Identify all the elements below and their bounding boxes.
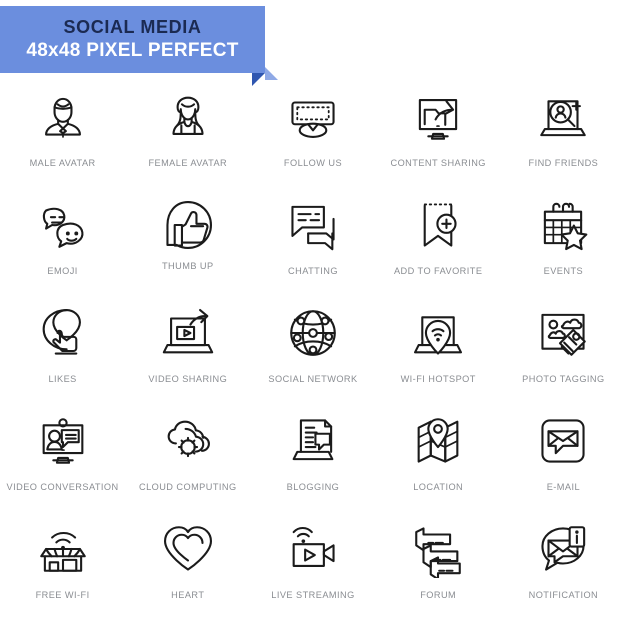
icon-cell-social-network[interactable]: SOCIAL NETWORK [250,302,375,410]
icon-cell-male-avatar[interactable]: MALE AVATAR [0,86,125,194]
icon-label: FORUM [420,590,457,600]
icon-cell-events[interactable]: EVENTS [501,194,626,302]
icon-cell-notification[interactable]: NOTIFICATION [501,518,626,626]
icon-cell-video-conversation[interactable]: VIDEO CONVERSATION [0,410,125,518]
icon-label: NOTIFICATION [528,590,599,600]
icon-cell-live-streaming[interactable]: LIVE STREAMING [250,518,375,626]
icon-label: E-MAIL [546,482,581,492]
icon-cell-follow-us[interactable]: FOLLOW US [250,86,375,194]
video-sharing-icon[interactable] [157,302,219,364]
icon-label: VIDEO SHARING [148,374,228,384]
icon-cell-chatting[interactable]: CHATTING [250,194,375,302]
forum-icon[interactable] [407,518,469,580]
icon-cell-video-sharing[interactable]: VIDEO SHARING [125,302,250,410]
social-network-icon[interactable] [282,302,344,364]
icon-set-page: SOCIAL MEDIA 48x48 PIXEL PERFECT MALE AV… [0,0,626,626]
icon-label: FREE WI-FI [35,590,90,600]
icon-cell-likes[interactable]: LIKES [0,302,125,410]
icon-label: CHATTING [288,266,338,276]
wifi-hotspot-icon[interactable] [407,302,469,364]
header-banner: SOCIAL MEDIA 48x48 PIXEL PERFECT [0,6,265,86]
events-icon[interactable] [532,194,594,256]
icon-cell-add-to-favorite[interactable]: ADD TO FAVORITE [376,194,501,302]
icon-label: BLOGGING [286,482,340,492]
icon-cell-content-sharing[interactable]: CONTENT SHARING [376,86,501,194]
icon-label: CLOUD COMPUTING [138,482,237,492]
live-streaming-icon[interactable] [282,518,344,580]
thumb-up-icon[interactable] [157,194,219,256]
banner-subtitle: 48x48 PIXEL PERFECT [26,39,239,61]
icon-grid: MALE AVATAR FEMALE AVATAR FOLLOW US CONT… [0,86,626,626]
icon-label: THUMB UP [161,261,214,271]
notification-icon[interactable] [532,518,594,580]
icon-label: LIKES [48,374,77,384]
icon-cell-thumb-up[interactable]: THUMB UP [125,194,250,302]
icon-label: VIDEO CONVERSATION [6,482,119,492]
icon-label: CONTENT SHARING [390,158,486,168]
icon-cell-blogging[interactable]: BLOGGING [250,410,375,518]
banner-fold-corner [252,73,265,86]
icon-label: FIND FRIENDS [528,158,599,168]
photo-tagging-icon[interactable] [532,302,594,364]
free-wifi-icon[interactable] [32,518,94,580]
banner-title: SOCIAL MEDIA [63,17,202,38]
icon-cell-free-wifi[interactable]: FREE WI-FI [0,518,125,626]
icon-label: EMOJI [47,266,78,276]
cloud-computing-icon[interactable] [157,410,219,472]
blogging-icon[interactable] [282,410,344,472]
icon-cell-photo-tagging[interactable]: PHOTO TAGGING [501,302,626,410]
add-to-favorite-icon[interactable] [407,194,469,256]
icon-label: PHOTO TAGGING [522,374,605,384]
follow-us-icon[interactable] [282,86,344,148]
icon-cell-location[interactable]: LOCATION [376,410,501,518]
icon-cell-heart[interactable]: HEART [125,518,250,626]
icon-label: SOCIAL NETWORK [268,374,358,384]
icon-cell-find-friends[interactable]: FIND FRIENDS [501,86,626,194]
content-sharing-icon[interactable] [407,86,469,148]
icon-cell-email[interactable]: E-MAIL [501,410,626,518]
icon-label: ADD TO FAVORITE [393,266,483,276]
chatting-icon[interactable] [282,194,344,256]
icon-label: LIVE STREAMING [271,590,355,600]
email-icon[interactable] [532,410,594,472]
icon-cell-forum[interactable]: FORUM [376,518,501,626]
heart-icon[interactable] [157,518,219,580]
icon-label: FEMALE AVATAR [148,158,228,168]
icon-cell-emoji[interactable]: EMOJI [0,194,125,302]
likes-icon[interactable] [32,302,94,364]
find-friends-icon[interactable] [532,86,594,148]
icon-label: MALE AVATAR [29,158,96,168]
emoji-icon[interactable] [32,194,94,256]
icon-label: WI-FI HOTSPOT [400,374,476,384]
male-avatar-icon[interactable] [32,86,94,148]
icon-cell-female-avatar[interactable]: FEMALE AVATAR [125,86,250,194]
female-avatar-icon[interactable] [157,86,219,148]
icon-label: FOLLOW US [283,158,343,168]
banner-fold-shadow [265,67,278,80]
icon-cell-cloud-computing[interactable]: CLOUD COMPUTING [125,410,250,518]
icon-label: HEART [171,590,205,600]
icon-cell-wifi-hotspot[interactable]: WI-FI HOTSPOT [376,302,501,410]
video-conversation-icon[interactable] [32,410,94,472]
location-icon[interactable] [407,410,469,472]
icon-label: EVENTS [543,266,584,276]
icon-label: LOCATION [413,482,464,492]
